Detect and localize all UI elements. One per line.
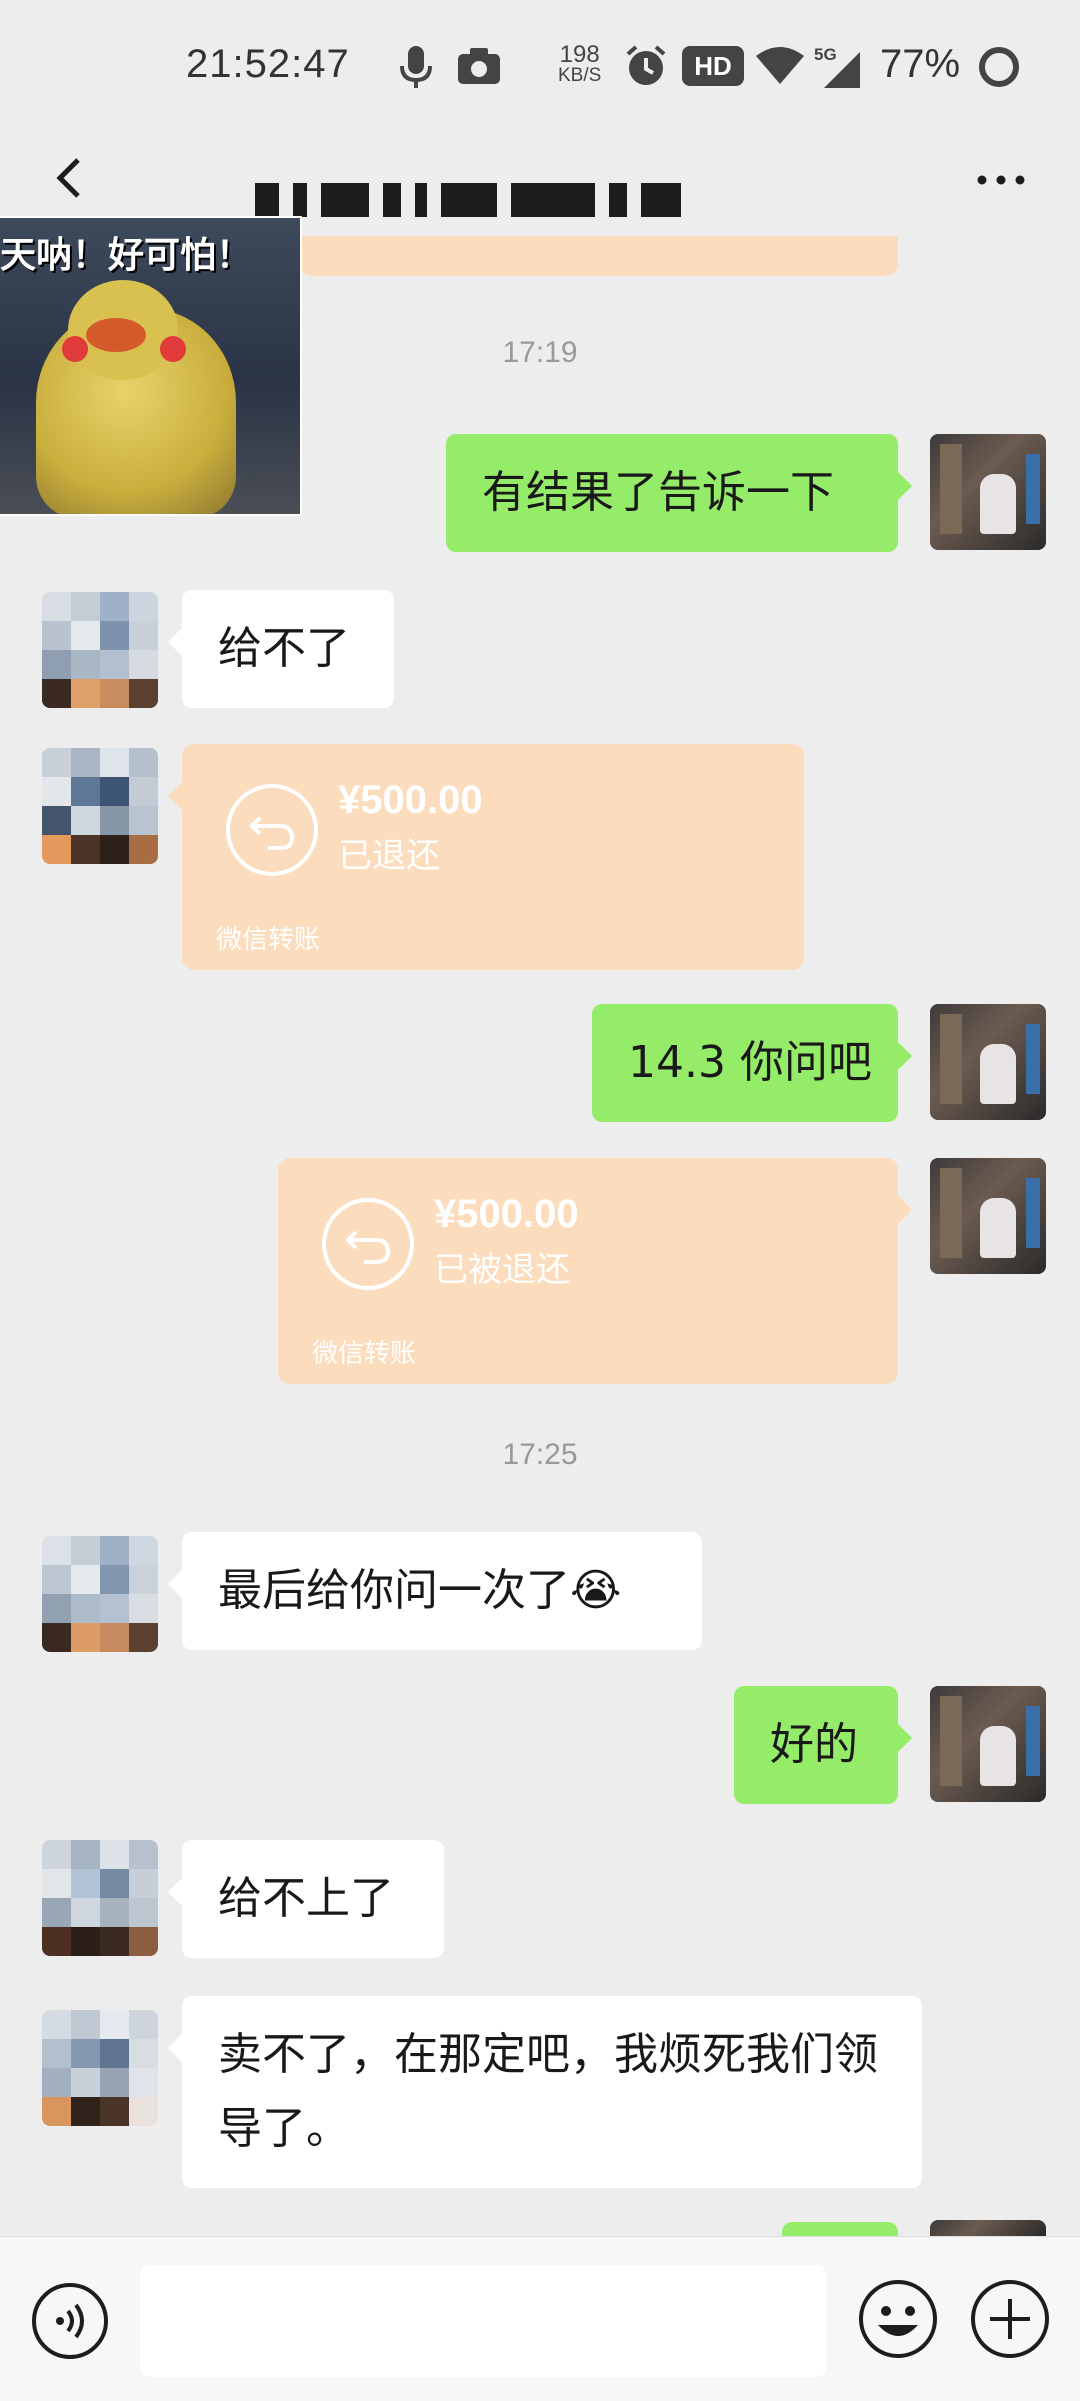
net-speed: 198 KB/S [558, 41, 602, 86]
message-input[interactable] [140, 2265, 826, 2377]
sticker-caption: 天呐！好可怕！ [0, 235, 253, 276]
avatar-self-partial[interactable] [930, 2220, 1046, 2236]
alarm-icon [626, 45, 666, 85]
signal-icon: 5G [814, 45, 860, 88]
network-label: 5G [814, 45, 837, 64]
message-bubble-received[interactable]: 卖不了，在那定吧，我烦死我们领导了。 [168, 1996, 922, 2188]
message-bubble-received[interactable]: 给不了 [168, 590, 394, 708]
transfer-status: 已被退还 [434, 1250, 570, 1290]
message-bubble-sent-partial[interactable] [782, 2222, 898, 2236]
avatar-self[interactable] [930, 434, 1046, 550]
avatar-self[interactable] [930, 1004, 1046, 1120]
chat-input-bar [0, 2236, 1080, 2401]
more-dots-icon[interactable] [972, 160, 1030, 200]
avatar-self[interactable] [930, 1686, 1046, 1802]
transfer-status: 已退还 [338, 836, 440, 876]
status-bar: 21:52:47 198 KB/S HD 5G 77% [0, 0, 1080, 130]
transfer-card-partial[interactable] [300, 236, 898, 276]
chat-title-redacted [255, 172, 835, 228]
transfer-footer: 微信转账 [216, 925, 321, 955]
transfer-amount: ¥500.00 [434, 1192, 579, 1236]
return-arrow-icon [322, 1198, 414, 1290]
avatar-contact[interactable] [42, 2010, 158, 2126]
battery-percent: 77% [880, 42, 961, 86]
microphone-icon [400, 46, 432, 88]
avatar-contact[interactable] [42, 748, 158, 864]
message-bubble-received[interactable]: 给不上了 [168, 1840, 444, 1958]
camera-icon [458, 48, 500, 84]
transfer-amount: ¥500.00 [338, 778, 483, 822]
transfer-card-received[interactable]: ¥500.00 已退还 微信转账 [168, 744, 804, 970]
return-arrow-icon [226, 784, 318, 876]
message-bubble-sent[interactable]: 好的 [734, 1686, 912, 1804]
transfer-card-sent[interactable]: ¥500.00 已被退还 微信转账 [278, 1158, 912, 1384]
avatar-contact[interactable] [42, 592, 158, 708]
avatar-self[interactable] [930, 1158, 1046, 1274]
message-bubble-sent[interactable]: 14.3 你问吧 [592, 1004, 912, 1122]
timestamp: 17:25 [502, 1438, 578, 1471]
avatar-contact[interactable] [42, 1536, 158, 1652]
wifi-icon [756, 47, 804, 84]
net-speed-unit: KB/S [558, 65, 602, 86]
avatar-contact[interactable] [42, 1840, 158, 1956]
plus-icon[interactable] [968, 2277, 1052, 2361]
chevron-left-icon[interactable] [40, 148, 100, 208]
emoji-icon[interactable] [856, 2277, 940, 2361]
hd-badge: HD [682, 46, 744, 86]
transfer-footer: 微信转账 [312, 1339, 417, 1369]
battery-ring-icon [979, 47, 1019, 87]
timestamp: 17:19 [502, 336, 578, 369]
message-bubble-received[interactable]: 最后给你问一次了😭 [168, 1532, 702, 1650]
status-time: 21:52:47 [186, 42, 350, 86]
message-bubble-sent[interactable]: 有结果了告诉一下 [446, 434, 912, 552]
net-speed-value: 198 [559, 41, 600, 68]
voice-icon[interactable] [30, 2281, 110, 2361]
